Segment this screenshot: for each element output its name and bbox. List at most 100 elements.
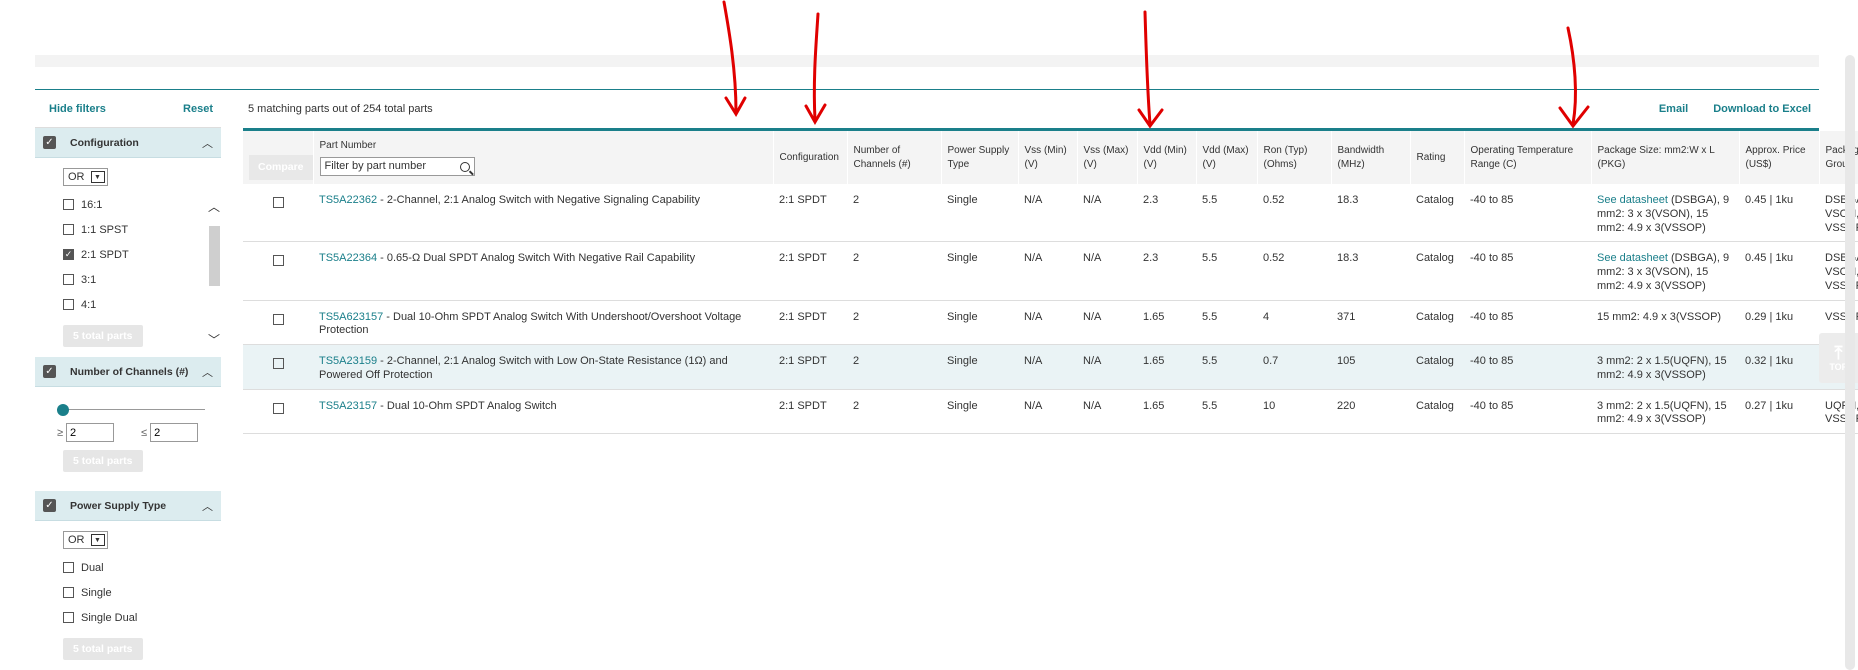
cell-channels: 2: [847, 300, 941, 345]
cell-supply: Single: [941, 344, 1018, 390]
checkbox[interactable]: [63, 562, 74, 573]
chevron-up-icon[interactable]: ︿: [202, 364, 213, 380]
facet-enabled-checkbox[interactable]: ✓: [43, 136, 56, 149]
apply-filter-button[interactable]: 5 total parts: [63, 325, 143, 347]
table-row: TS5A23157 - Dual 10-Ohm SPDT Analog Swit…: [243, 389, 1858, 434]
max-input[interactable]: [150, 423, 199, 442]
cell-price: 0.45 | 1ku: [1739, 184, 1819, 243]
row-checkbox[interactable]: [272, 313, 284, 325]
checkbox[interactable]: [63, 224, 74, 235]
column-header-rating[interactable]: Rating: [1410, 131, 1465, 184]
option-item[interactable]: ✓ 2:1 SPDT: [63, 242, 221, 267]
option-item[interactable]: Dual: [63, 555, 221, 580]
part-number-link[interactable]: TS5A23159: [319, 355, 377, 367]
cell-config: 2:1 SPDT: [773, 184, 847, 243]
range-slider[interactable]: [57, 403, 205, 417]
option-item[interactable]: 4:1: [63, 292, 221, 317]
cell-bw: 105: [1331, 344, 1410, 390]
part-number-filter-input[interactable]: Filter by part number: [319, 157, 475, 177]
chevron-up-icon[interactable]: ︿: [202, 498, 213, 514]
column-header-vss-min[interactable]: Vss (Min) (V): [1018, 131, 1078, 184]
column-header-ron[interactable]: Ron (Typ) (Ohms): [1257, 131, 1332, 184]
filter-placeholder: Filter by part number: [324, 160, 426, 173]
row-checkbox[interactable]: [272, 358, 284, 369]
search-icon[interactable]: [459, 161, 470, 172]
column-header-price[interactable]: Approx. Price (US$): [1739, 131, 1820, 184]
compare-button[interactable]: Compare: [249, 155, 313, 180]
checkbox[interactable]: [63, 199, 74, 210]
chevron-down-icon[interactable]: ﹀: [208, 331, 220, 348]
cell-vss-max: N/A: [1077, 389, 1137, 434]
facet-header-power-supply[interactable]: ✓ Power Supply Type ︿: [35, 491, 221, 521]
cell-bw: 18.3: [1331, 184, 1410, 243]
cell-vdd-max: 5.5: [1196, 344, 1257, 390]
row-checkbox[interactable]: [272, 197, 284, 208]
checkbox[interactable]: [63, 299, 74, 310]
cell-ron: 0.52: [1257, 184, 1331, 243]
slider-handle[interactable]: [57, 404, 69, 416]
option-item[interactable]: 3:1: [63, 267, 221, 292]
cell-temp: -40 to 85: [1464, 241, 1591, 301]
column-header-vdd-min[interactable]: Vdd (Min) (V): [1137, 131, 1197, 184]
column-header-supply-type[interactable]: Power Supply Type: [941, 131, 1019, 184]
cell-vss-max: N/A: [1077, 344, 1137, 390]
row-select-cell: [243, 184, 313, 243]
row-checkbox[interactable]: [272, 255, 284, 267]
part-number-link[interactable]: TS5A22364: [319, 252, 377, 264]
apply-filter-button[interactable]: 5 total parts: [63, 450, 143, 472]
part-number-link[interactable]: TS5A22362: [319, 194, 377, 206]
cell-vss-min: N/A: [1018, 241, 1077, 301]
option-item[interactable]: 1:1 SPST: [63, 217, 221, 242]
column-header-package-size[interactable]: Package Size: mm2:W x L (PKG): [1591, 131, 1740, 184]
checkbox-checked[interactable]: ✓: [63, 249, 74, 260]
hide-filters-link[interactable]: Hide filters: [49, 103, 106, 115]
scrollbar-thumb[interactable]: [209, 226, 220, 286]
cell-price: 0.45 | 1ku: [1739, 241, 1819, 301]
chevron-up-icon[interactable]: ︿: [208, 198, 220, 215]
cell-vdd-min: 2.3: [1137, 241, 1196, 301]
min-input[interactable]: [66, 423, 115, 442]
option-item[interactable]: Single Dual: [63, 605, 221, 630]
reset-filters-link[interactable]: Reset: [183, 103, 213, 115]
column-header-vss-max[interactable]: Vss (Max) (V): [1077, 131, 1138, 184]
row-checkbox[interactable]: [272, 402, 284, 414]
checkbox[interactable]: [63, 274, 74, 285]
download-excel-link[interactable]: Download to Excel: [1713, 103, 1811, 115]
cell-supply: Single: [941, 184, 1018, 243]
package-size-text: 3 mm2: 2 x 1.5(UQFN), 15 mm2: 4.9 x 3(VS…: [1597, 399, 1727, 426]
option-scrollbar[interactable]: ︿ ﹀: [207, 198, 221, 348]
facet-header-configuration[interactable]: ✓ Configuration ︿: [35, 128, 221, 158]
datasheet-link[interactable]: See datasheet: [1597, 194, 1668, 206]
checkbox[interactable]: [63, 587, 74, 598]
facet-header-channels[interactable]: ✓ Number of Channels (#) ︿: [35, 357, 221, 387]
option-label: Single: [81, 586, 112, 599]
column-header-temperature[interactable]: Operating Temperature Range (C): [1464, 131, 1592, 184]
operator-value: OR: [68, 171, 85, 183]
checkbox[interactable]: [63, 612, 74, 623]
option-item[interactable]: 16:1: [63, 192, 221, 217]
column-header-bandwidth[interactable]: Bandwidth (MHz): [1331, 131, 1411, 184]
chevron-down-icon: ▼: [90, 534, 105, 546]
column-header-configuration[interactable]: Configuration: [773, 131, 848, 184]
results-toolbar: 5 matching parts out of 254 total parts …: [243, 90, 1819, 128]
operator-select[interactable]: OR ▼: [63, 531, 108, 549]
part-number-header: Part Number Filter by part number: [313, 131, 774, 184]
cell-temp: -40 to 85: [1464, 389, 1591, 434]
facet-enabled-checkbox[interactable]: ✓: [43, 365, 56, 378]
page-scrollbar[interactable]: [1845, 55, 1855, 670]
email-link[interactable]: Email: [1659, 103, 1688, 115]
part-number-link[interactable]: TS5A623157: [319, 311, 383, 323]
cell-ron: 10: [1257, 389, 1331, 434]
chevron-up-icon[interactable]: ︿: [202, 135, 213, 151]
facet-title: Configuration: [70, 136, 139, 149]
option-item[interactable]: Single: [63, 580, 221, 605]
part-number-link[interactable]: TS5A23157: [319, 400, 377, 412]
facet-enabled-checkbox[interactable]: ✓: [43, 499, 56, 512]
operator-value: OR: [68, 534, 85, 546]
part-number-cell: TS5A23157 - Dual 10-Ohm SPDT Analog Swit…: [313, 389, 773, 434]
operator-select[interactable]: OR ▼: [63, 168, 108, 186]
column-header-vdd-max[interactable]: Vdd (Max) (V): [1196, 131, 1258, 184]
datasheet-link[interactable]: See datasheet: [1597, 252, 1668, 264]
apply-filter-button[interactable]: 5 total parts: [63, 638, 143, 660]
column-header-channels[interactable]: Number of Channels (#): [847, 131, 942, 184]
